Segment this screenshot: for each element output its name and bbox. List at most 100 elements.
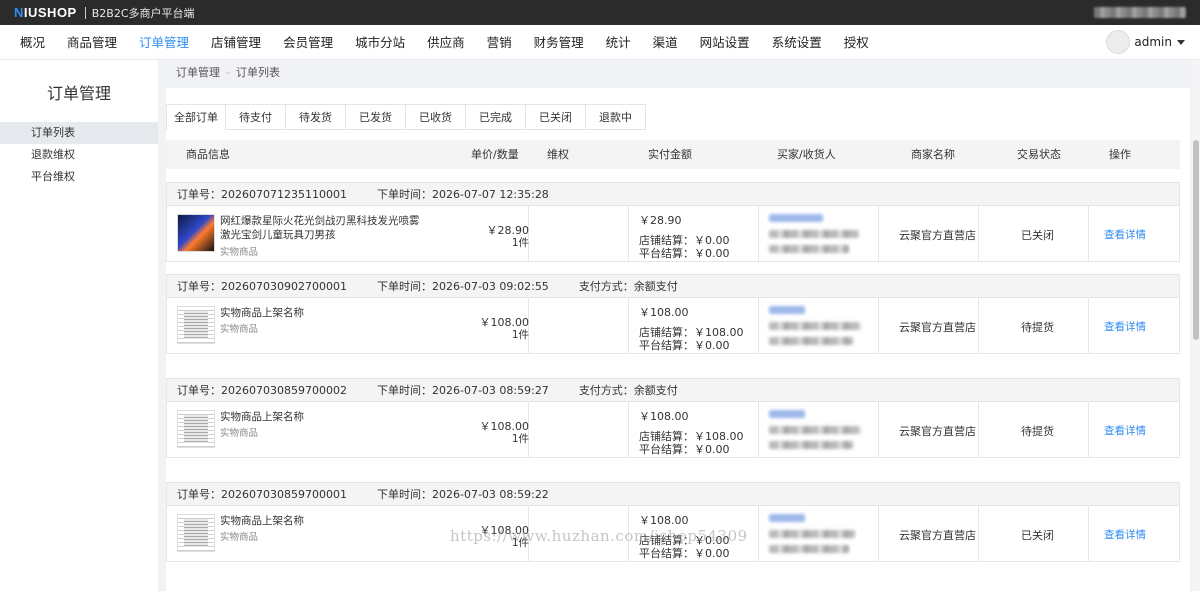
- view-details-link[interactable]: 查看详情: [1104, 227, 1146, 242]
- nav-item-shops[interactable]: 店铺管理: [211, 25, 261, 60]
- scrollbar-thumb[interactable]: [1193, 140, 1199, 340]
- breadcrumb-separator: -: [226, 66, 230, 79]
- nav-item-license[interactable]: 授权: [844, 25, 869, 60]
- order-number: 订单号：202607030859700002: [177, 384, 347, 397]
- order-status-tabs: 全部订单 待支付 待发货 已发货 已收货 已完成 已关闭 退款中: [166, 104, 646, 130]
- blurred-buyer-name[interactable]: [769, 410, 805, 418]
- status-cell: 已关闭: [979, 506, 1089, 561]
- order-row: 实物商品上架名称 实物商品 ￥108.00 1件 ￥108.00 店铺结算：￥1…: [166, 402, 1180, 458]
- user-menu[interactable]: admin: [1106, 30, 1185, 54]
- amount-cell: ￥28.90 店铺结算：￥0.00 平台结算：￥0.00: [629, 206, 759, 261]
- rights-cell: [529, 206, 629, 261]
- payment-method: 支付方式：余额支付: [578, 280, 678, 293]
- tab-closed[interactable]: 已关闭: [526, 104, 586, 130]
- product-image[interactable]: [177, 514, 215, 552]
- status-text: 已关闭: [1021, 229, 1054, 242]
- blurred-receiver-info: [769, 426, 861, 434]
- view-details-link[interactable]: 查看详情: [1104, 527, 1146, 542]
- product-name[interactable]: 实物商品上架名称: [220, 514, 420, 528]
- brand-subtitle: B2B2C多商户平台端: [91, 6, 195, 20]
- tab-all-orders[interactable]: 全部订单: [166, 104, 226, 130]
- order-card: 订单号：202607071235110001 下单时间：2026-07-07 1…: [166, 182, 1180, 263]
- order-number: 订单号：202607030859700001: [177, 488, 347, 501]
- tab-refunding[interactable]: 退款中: [586, 104, 646, 130]
- nav-item-system-settings[interactable]: 系统设置: [772, 25, 822, 60]
- status-cell: 待提货: [979, 402, 1089, 457]
- blurred-buyer-name[interactable]: [769, 306, 805, 314]
- nav-item-site-settings[interactable]: 网站设置: [700, 25, 750, 60]
- nav-item-goods[interactable]: 商品管理: [67, 25, 117, 60]
- order-card: 订单号：202607030859700001 下单时间：2026-07-03 0…: [166, 482, 1180, 563]
- product-cell: 网红爆款星际火花光剑战刃黑科技发光喷雾激光宝剑儿童玩具刀男孩 实物商品 ￥28.…: [167, 206, 529, 261]
- product-image[interactable]: [177, 410, 215, 448]
- caret-down-icon[interactable]: [1177, 39, 1185, 45]
- paid-amount: ￥28.90: [639, 214, 682, 227]
- tab-pending-payment[interactable]: 待支付: [226, 104, 286, 130]
- quantity: 1件: [511, 433, 529, 445]
- view-details-link[interactable]: 查看详情: [1104, 423, 1146, 438]
- merchant-name: 云聚官方直营店: [899, 321, 976, 334]
- platform-settlement: 平台结算：￥0.00: [639, 443, 730, 456]
- status-text: 待提货: [1021, 425, 1054, 438]
- nav-item-stats[interactable]: 统计: [606, 25, 631, 60]
- product-name[interactable]: 实物商品上架名称: [220, 410, 420, 424]
- sidebar-item-platform-rights[interactable]: 平台维权: [0, 166, 158, 188]
- tab-pending-shipment[interactable]: 待发货: [286, 104, 346, 130]
- product-name[interactable]: 网红爆款星际火花光剑战刃黑科技发光喷雾激光宝剑儿童玩具刀男孩: [220, 214, 420, 242]
- view-details-link[interactable]: 查看详情: [1104, 319, 1146, 334]
- nav-item-members[interactable]: 会员管理: [283, 25, 333, 60]
- buyer-cell: [759, 206, 879, 261]
- nav-item-supplier[interactable]: 供应商: [427, 25, 465, 60]
- th-paid: 实付金额: [648, 148, 692, 161]
- order-row: 网红爆款星际火花光剑战刃黑科技发光喷雾激光宝剑儿童玩具刀男孩 实物商品 ￥28.…: [166, 206, 1180, 262]
- order-header: 订单号：202607030859700001 下单时间：2026-07-03 0…: [166, 482, 1180, 506]
- nav-item-finance[interactable]: 财务管理: [534, 25, 584, 60]
- th-product: 商品信息: [186, 148, 230, 161]
- product-name[interactable]: 实物商品上架名称: [220, 306, 420, 320]
- user-name[interactable]: admin: [1134, 35, 1172, 49]
- status-text: 已关闭: [1021, 529, 1054, 542]
- blurred-buyer-name[interactable]: [769, 514, 805, 522]
- tab-shipped[interactable]: 已发货: [346, 104, 406, 130]
- tab-completed[interactable]: 已完成: [466, 104, 526, 130]
- buyer-cell: [759, 298, 879, 353]
- avatar[interactable]: [1106, 30, 1131, 54]
- order-time: 下单时间：2026-07-03 09:02:55: [376, 280, 549, 293]
- product-type: 实物商品: [220, 247, 259, 258]
- nav-item-city-site[interactable]: 城市分站: [355, 25, 405, 60]
- order-header: 订单号：202607071235110001 下单时间：2026-07-07 1…: [166, 182, 1180, 206]
- nav-item-channel[interactable]: 渠道: [653, 25, 678, 60]
- merchant-name: 云聚官方直营店: [899, 229, 976, 242]
- main-nav: 概况 商品管理 订单管理 店铺管理 会员管理 城市分站 供应商 营销 财务管理 …: [0, 25, 1200, 60]
- blurred-receiver-info: [769, 322, 861, 330]
- blurred-buyer-name[interactable]: [769, 214, 823, 222]
- order-header: 订单号：202607030859700002 下单时间：2026-07-03 0…: [166, 378, 1180, 402]
- merchant-cell: 云聚官方直营店: [879, 298, 979, 353]
- blurred-receiver-info: [769, 530, 855, 538]
- merchant-name: 云聚官方直营店: [899, 425, 976, 438]
- paid-amount: ￥108.00: [639, 514, 689, 527]
- top-bar: NIUSHOP B2B2C多商户平台端: [0, 0, 1200, 25]
- th-price-qty: 单价/数量: [471, 148, 519, 161]
- page-scrollbar[interactable]: [1192, 60, 1200, 591]
- sidebar-item-refund-rights[interactable]: 退款维权: [0, 144, 158, 166]
- brand-logo[interactable]: NIUSHOP: [14, 5, 77, 20]
- order-time: 下单时间：2026-07-03 08:59:22: [376, 488, 549, 501]
- tab-received[interactable]: 已收货: [406, 104, 466, 130]
- sidebar-item-order-list[interactable]: 订单列表: [0, 122, 158, 144]
- blurred-receiver-address: [769, 245, 849, 253]
- nav-item-marketing[interactable]: 营销: [487, 25, 512, 60]
- order-card: 订单号：202607030902700001 下单时间：2026-07-03 0…: [166, 274, 1180, 355]
- paid-amount: ￥108.00: [639, 410, 689, 423]
- breadcrumb-parent[interactable]: 订单管理: [176, 66, 220, 79]
- blurred-receiver-address: [769, 545, 849, 553]
- nav-item-overview[interactable]: 概况: [20, 25, 45, 60]
- rights-cell: [529, 298, 629, 353]
- nav-item-orders[interactable]: 订单管理: [139, 25, 189, 60]
- amount-cell: ￥108.00 店铺结算：￥108.00 平台结算：￥0.00: [629, 402, 759, 457]
- order-table-header: 商品信息 单价/数量 维权 实付金额 买家/收货人 商家名称 交易状态 操作: [166, 140, 1180, 169]
- product-image[interactable]: [177, 306, 215, 344]
- product-image[interactable]: [177, 214, 215, 252]
- platform-settlement: 平台结算：￥0.00: [639, 247, 730, 260]
- product-cell: 实物商品上架名称 实物商品 ￥108.00 1件: [167, 402, 529, 457]
